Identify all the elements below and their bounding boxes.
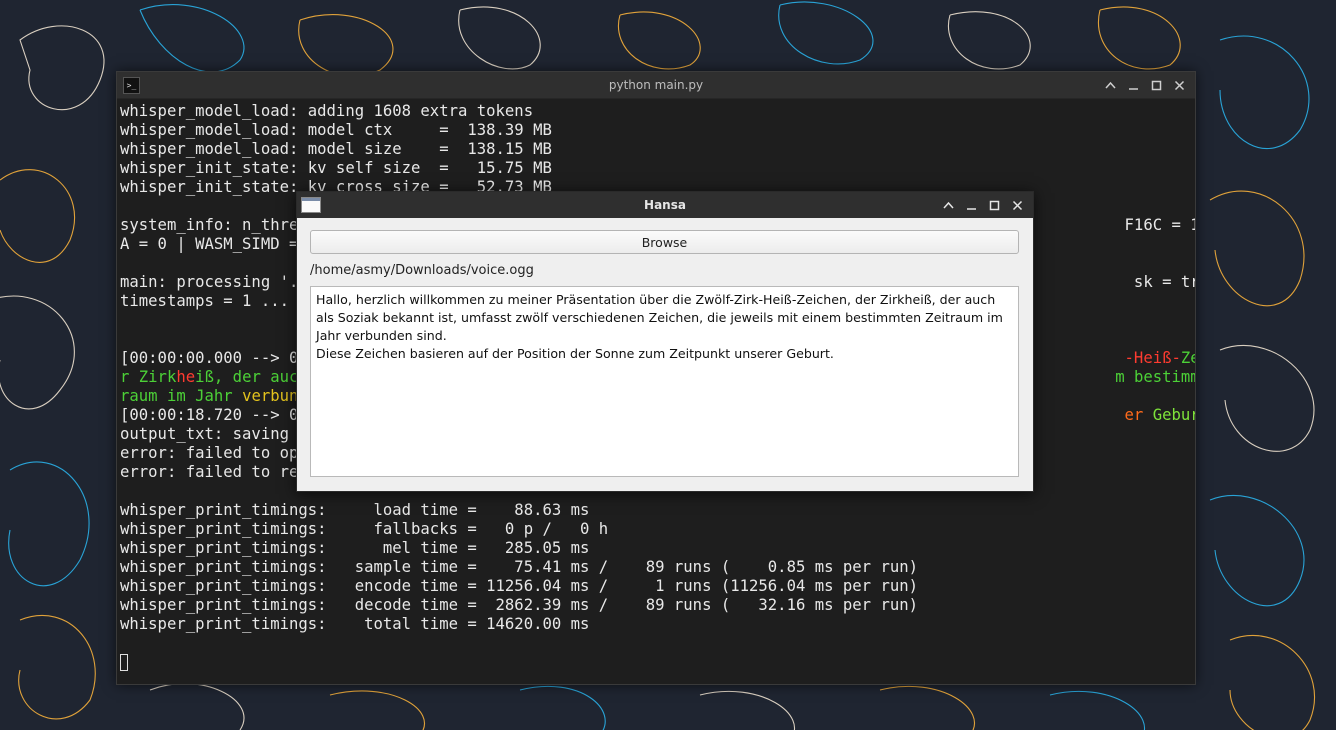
terminal-text-segment: -Heiß- xyxy=(1124,349,1181,367)
terminal-text-segment: Geburt. xyxy=(1152,406,1195,424)
terminal-line: whisper_model_load: model ctx = 138.39 M… xyxy=(120,121,1195,140)
terminal-text-segment: whisper_model_load: adding 1608 extra to… xyxy=(120,102,534,120)
browse-button[interactable]: Browse xyxy=(310,230,1019,254)
terminal-line: whisper_print_timings: total time = 1462… xyxy=(120,615,1195,634)
close-icon[interactable] xyxy=(1006,192,1029,218)
terminal-text-segment: iß, der auch xyxy=(195,368,308,386)
terminal-text-segment: error: failed to rea xyxy=(120,463,308,481)
maximize-icon[interactable] xyxy=(983,192,1006,218)
terminal-line: whisper_model_load: adding 1608 extra to… xyxy=(120,102,1195,121)
terminal-line: whisper_print_timings: fallbacks = 0 p /… xyxy=(120,520,1195,539)
terminal-text-segment: he xyxy=(176,368,196,386)
terminal-cursor xyxy=(120,654,128,671)
terminal-window-buttons xyxy=(1099,72,1191,98)
maximize-icon[interactable] xyxy=(1145,72,1168,98)
terminal-text-segment: whisper_print_timings: fallbacks = 0 p /… xyxy=(120,520,609,538)
hansa-titlebar[interactable]: Hansa xyxy=(297,192,1033,218)
terminal-text-segment: whisper_init_state: kv self size = 15.75… xyxy=(120,159,552,177)
terminal-text-segment: whisper_print_timings: decode time = 286… xyxy=(120,596,918,614)
terminal-line: whisper_print_timings: load time = 88.63… xyxy=(120,501,1195,520)
terminal-titlebar[interactable]: >_ python main.py xyxy=(117,72,1195,99)
terminal-line: whisper_print_timings: mel time = 285.05… xyxy=(120,539,1195,558)
minimize-icon[interactable] xyxy=(1122,72,1145,98)
terminal-text-segment: er xyxy=(1124,406,1144,424)
terminal-text-segment: m bestimmten Zeit xyxy=(1115,368,1195,386)
terminal-text-segment: output_txt: saving o xyxy=(120,425,308,443)
hansa-window: Hansa Browse /home/asmy/Downloads/voice.… xyxy=(296,191,1034,492)
terminal-text-segment: whisper_print_timings: load time = 88.63… xyxy=(120,501,590,519)
terminal-text-segment: raum im Jahr xyxy=(120,387,243,405)
minimize-icon[interactable] xyxy=(960,192,983,218)
hansa-window-buttons xyxy=(937,192,1029,218)
terminal-text-segment: whisper_print_timings: sample time = 75.… xyxy=(120,558,918,576)
terminal-line: whisper_print_timings: encode time = 112… xyxy=(120,577,1195,596)
terminal-text-segment: timestamps = 1 ... xyxy=(120,292,289,310)
chevron-up-icon[interactable] xyxy=(1099,72,1122,98)
terminal-text-segment: whisper_model_load: model size = 138.15 … xyxy=(120,140,552,158)
terminal-text-segment: error: failed to ope xyxy=(120,444,308,462)
terminal-line: whisper_print_timings: decode time = 286… xyxy=(120,596,1195,615)
terminal-line: whisper_model_load: model size = 138.15 … xyxy=(120,140,1195,159)
file-path-label: /home/asmy/Downloads/voice.ogg xyxy=(310,263,534,278)
terminal-text-segment: whisper_model_load: model ctx = 138.39 M… xyxy=(120,121,552,139)
terminal-text-segment: whisper_print_timings: total time = 1462… xyxy=(120,615,590,633)
terminal-line: whisper_print_timings: sample time = 75.… xyxy=(120,558,1195,577)
terminal-text-segment: r Zirk xyxy=(120,368,177,386)
hansa-content: Browse /home/asmy/Downloads/voice.ogg Ha… xyxy=(297,218,1033,491)
terminal-title: python main.py xyxy=(608,78,704,92)
chevron-up-icon[interactable] xyxy=(937,192,960,218)
close-icon[interactable] xyxy=(1168,72,1191,98)
terminal-text-segment: Zeichen, de xyxy=(1180,349,1195,367)
transcript-textarea[interactable]: Hallo, herzlich willkommen zu meiner Prä… xyxy=(310,286,1019,477)
hansa-title: Hansa xyxy=(644,198,686,212)
terminal-text-segment: whisper_print_timings: encode time = 112… xyxy=(120,577,918,595)
terminal-line: whisper_init_state: kv self size = 15.75… xyxy=(120,159,1195,178)
terminal-text-segment: A = 0 | WASM_SIMD = xyxy=(120,235,308,253)
terminal-text-segment: whisper_print_timings: mel time = 285.05… xyxy=(120,539,590,557)
